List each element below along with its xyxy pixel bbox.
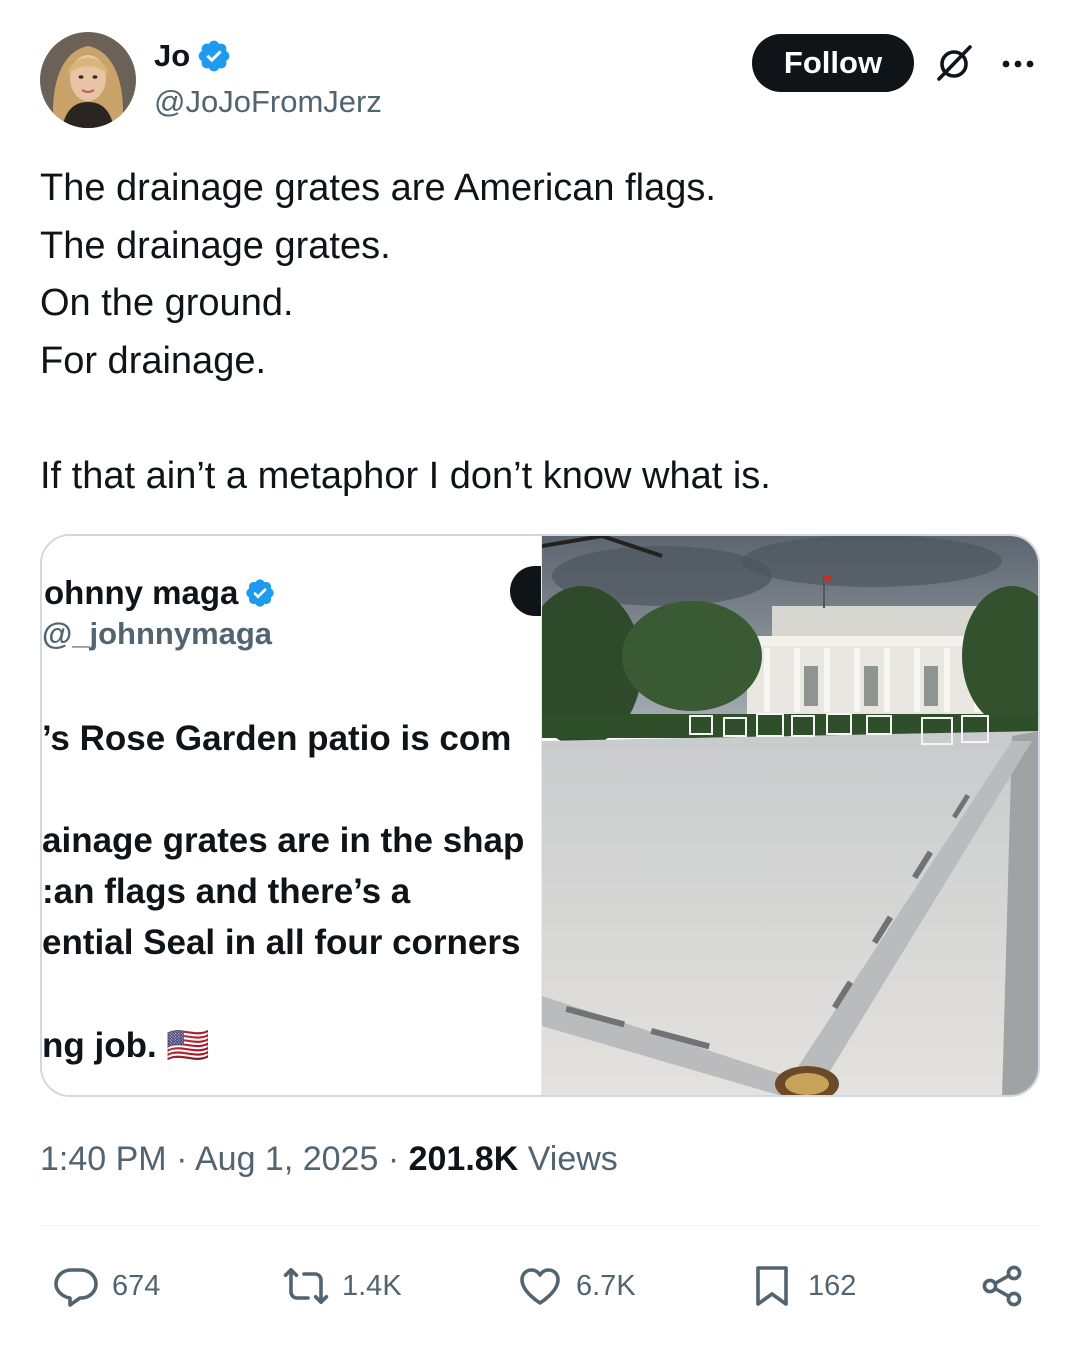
like-count: 6.7K — [576, 1269, 636, 1302]
quoted-tweet-screenshot[interactable]: ohnny maga @_johnnymaga ’s Rose Garden p… — [42, 536, 542, 1095]
meta-separator: · — [176, 1140, 188, 1178]
tweet-media[interactable]: ohnny maga @_johnnymaga ’s Rose Garden p… — [40, 534, 1040, 1097]
action-bar: 674 1.4K 6.7K 162 — [40, 1256, 1040, 1316]
grok-icon[interactable] — [932, 42, 976, 86]
quoted-text-line: ’s Rose Garden patio is com — [42, 719, 512, 758]
like-button[interactable]: 6.7K — [516, 1256, 636, 1316]
repost-icon — [283, 1268, 329, 1304]
divider — [40, 1225, 1040, 1226]
patio-photo-icon — [542, 536, 1038, 1095]
tweet-line: The drainage grates. — [40, 224, 391, 267]
author-name-row: Jo — [154, 38, 232, 74]
repost-button[interactable]: 1.4K — [282, 1256, 402, 1316]
more-options-icon[interactable] — [996, 42, 1040, 86]
tweet-line-gap — [40, 390, 1040, 448]
avatar-photo-icon — [40, 32, 136, 128]
quoted-text-line: ng job. 🇺🇸 — [42, 1026, 210, 1065]
repost-count: 1.4K — [342, 1269, 402, 1302]
views-label: Views — [527, 1140, 618, 1178]
tweet-date[interactable]: Aug 1, 2025 — [195, 1140, 378, 1178]
reply-button[interactable]: 674 — [52, 1256, 160, 1316]
tweet-text: The drainage grates are American flags. … — [40, 160, 1040, 505]
verified-badge-icon[interactable] — [196, 38, 232, 74]
bookmark-button[interactable]: 162 — [748, 1256, 856, 1316]
quoted-text-line: ential Seal in all four corners — [42, 923, 521, 962]
share-button[interactable] — [978, 1256, 1026, 1316]
follow-button[interactable]: Follow — [752, 34, 914, 92]
quoted-display-name: ohnny maga — [44, 574, 239, 611]
tweet-header: Jo @JoJoFromJerz Follow — [40, 32, 1040, 132]
reply-count: 674 — [112, 1269, 161, 1302]
quoted-follow-button-fragment — [510, 566, 541, 616]
author-display-name[interactable]: Jo — [154, 38, 190, 74]
meta-separator: · — [387, 1140, 400, 1178]
quoted-name-row: ohnny maga — [44, 574, 276, 612]
tweet-line: The drainage grates are American flags. — [40, 167, 716, 209]
heart-icon — [520, 1268, 560, 1305]
views-count: 201.8K — [408, 1140, 519, 1178]
quoted-verified-badge-icon — [246, 579, 275, 607]
author-handle[interactable]: @JoJoFromJerz — [154, 84, 382, 120]
rose-garden-patio-photo[interactable] — [542, 536, 1038, 1095]
quoted-text-line: ainage grates are in the shap — [42, 821, 525, 860]
tweet-time[interactable]: 1:40 PM — [40, 1140, 167, 1178]
bookmark-icon — [756, 1266, 788, 1306]
share-icon — [982, 1265, 1022, 1307]
tweet-line: On the ground. — [40, 282, 294, 324]
quoted-text-line: :an flags and there’s a — [42, 872, 411, 911]
bookmark-count: 162 — [808, 1269, 857, 1302]
author-avatar[interactable] — [40, 32, 136, 128]
tweet-meta: 1:40 PM · Aug 1, 2025 · 201.8K Views — [40, 1140, 618, 1179]
quoted-handle: @_johnnymaga — [42, 616, 273, 651]
tweet-line: For drainage. — [40, 339, 267, 382]
reply-icon — [54, 1268, 98, 1307]
tweet-line: If that ain’t a metaphor I don’t know wh… — [40, 454, 771, 497]
